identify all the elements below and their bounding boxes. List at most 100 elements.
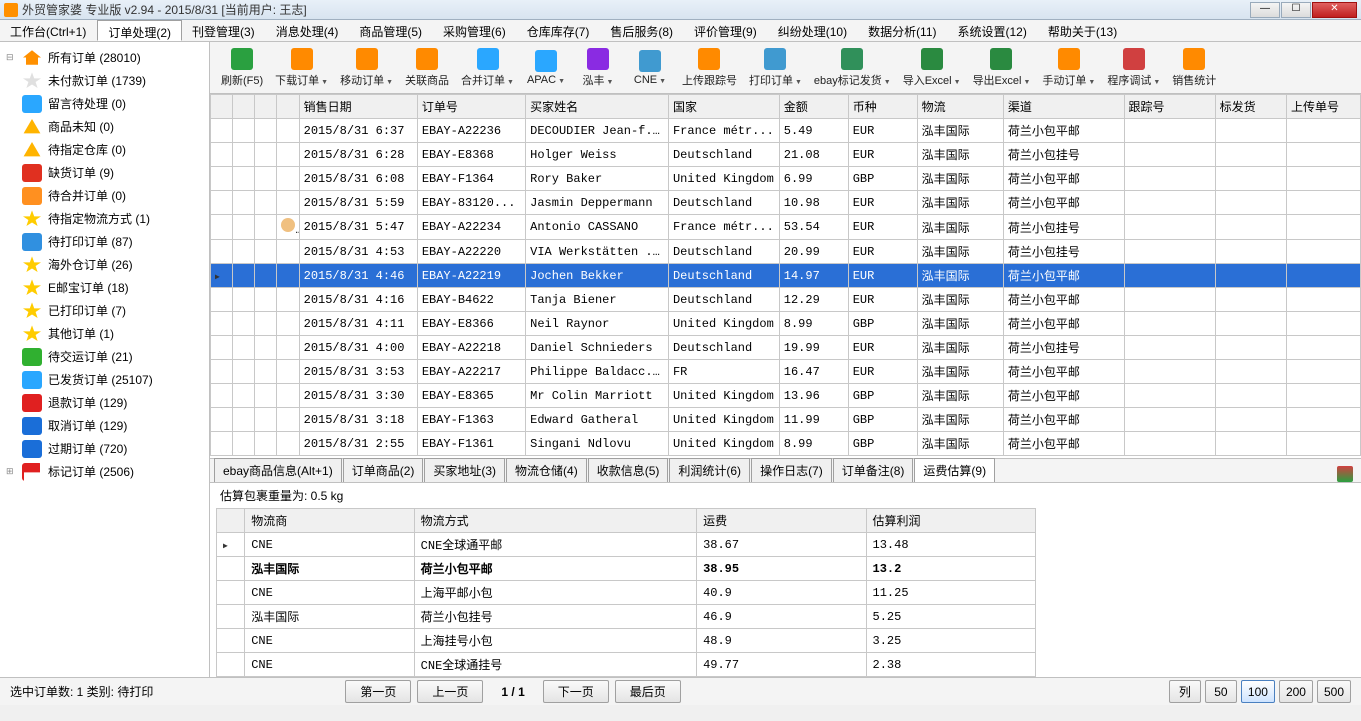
column-header[interactable]: 标发货: [1215, 95, 1286, 119]
table-row[interactable]: 2015/8/31 3:53EBAY-A22217Philippe Baldac…: [211, 360, 1361, 384]
sidebar-item[interactable]: 其他订单 (1): [0, 322, 209, 345]
column-header[interactable]: 估算利润: [866, 509, 1035, 533]
column-header[interactable]: 物流: [917, 95, 1003, 119]
detail-tab[interactable]: 利润统计(6): [669, 458, 750, 482]
menu-tab[interactable]: 订单处理(2): [97, 20, 182, 41]
sidebar-item[interactable]: 缺货订单 (9): [0, 161, 209, 184]
close-button[interactable]: ✕: [1312, 2, 1357, 18]
sidebar-item[interactable]: 待交运订单 (21): [0, 345, 209, 368]
order-grid-wrap[interactable]: 销售日期订单号买家姓名国家金额币种物流渠道跟踪号标发货上传单号 2015/8/3…: [210, 94, 1361, 458]
table-row[interactable]: CNE上海平邮小包40.911.25: [217, 581, 1036, 605]
sidebar-item[interactable]: 待指定仓库 (0): [0, 138, 209, 161]
column-header[interactable]: 物流方式: [414, 509, 696, 533]
shipping-grid[interactable]: 物流商物流方式运费估算利润 CNECNE全球通平邮38.6713.48泓丰国际荷…: [216, 508, 1036, 677]
menu-tab[interactable]: 帮助关于(13): [1038, 20, 1128, 41]
column-header[interactable]: 币种: [848, 95, 917, 119]
toolbar-button[interactable]: APAC▼: [521, 48, 571, 88]
sidebar-item[interactable]: E邮宝订单 (18): [0, 276, 209, 299]
page-size-button[interactable]: 50: [1205, 680, 1237, 703]
toolbar-button[interactable]: CNE▼: [625, 48, 675, 88]
column-header[interactable]: 上传单号: [1287, 95, 1361, 119]
toolbar-button[interactable]: 打印订单▼: [744, 46, 807, 90]
column-header[interactable]: 金额: [779, 95, 848, 119]
minimize-button[interactable]: —: [1250, 2, 1280, 18]
sidebar-item[interactable]: 取消订单 (129): [0, 414, 209, 437]
table-row[interactable]: 2015/8/31 4:11EBAY-E8366Neil RaynorUnite…: [211, 312, 1361, 336]
menu-tab[interactable]: 评价管理(9): [684, 20, 768, 41]
column-header[interactable]: [211, 95, 233, 119]
order-grid[interactable]: 销售日期订单号买家姓名国家金额币种物流渠道跟踪号标发货上传单号 2015/8/3…: [210, 94, 1361, 456]
menu-tab[interactable]: 消息处理(4): [266, 20, 350, 41]
table-row[interactable]: 2015/8/31 5:47EBAY-A22234Antonio CASSANO…: [211, 215, 1361, 240]
toolbar-button[interactable]: 移动订单▼: [335, 46, 398, 90]
table-row[interactable]: CNECNE全球通平邮38.6713.48: [217, 533, 1036, 557]
toolbar-button[interactable]: 导入Excel▼: [898, 46, 966, 90]
column-header[interactable]: [233, 95, 255, 119]
menu-tab[interactable]: 刊登管理(3): [182, 20, 266, 41]
sidebar-item[interactable]: 商品未知 (0): [0, 115, 209, 138]
maximize-button[interactable]: ☐: [1281, 2, 1311, 18]
detail-tab[interactable]: 订单备注(8): [833, 458, 914, 482]
page-size-button[interactable]: 200: [1279, 680, 1313, 703]
table-row[interactable]: 泓丰国际荷兰小包挂号46.95.25: [217, 605, 1036, 629]
sidebar-item[interactable]: 待合并订单 (0): [0, 184, 209, 207]
column-header[interactable]: [277, 95, 299, 119]
sidebar-item[interactable]: 海外仓订单 (26): [0, 253, 209, 276]
toolbar-button[interactable]: 下载订单▼: [270, 46, 333, 90]
page-last-button[interactable]: 最后页: [615, 680, 681, 703]
table-row[interactable]: 2015/8/31 5:59EBAY-83120...Jasmin Depper…: [211, 191, 1361, 215]
detail-tab[interactable]: 买家地址(3): [424, 458, 505, 482]
col-label[interactable]: 列: [1169, 680, 1201, 703]
column-header[interactable]: 物流商: [245, 509, 414, 533]
table-row[interactable]: 2015/8/31 4:00EBAY-A22218Daniel Schniede…: [211, 336, 1361, 360]
table-row[interactable]: 泓丰国际荷兰小包平邮38.9513.2: [217, 557, 1036, 581]
toolbar-button[interactable]: 导出Excel▼: [968, 46, 1036, 90]
page-size-button[interactable]: 500: [1317, 680, 1351, 703]
table-row[interactable]: 2015/8/31 2:55EBAY-F1361Singani NdlovuUn…: [211, 432, 1361, 456]
column-header[interactable]: 订单号: [417, 95, 525, 119]
menu-tab[interactable]: 系统设置(12): [948, 20, 1038, 41]
sidebar-item[interactable]: 已发货订单 (25107): [0, 368, 209, 391]
toolbar-button[interactable]: 销售统计: [1167, 46, 1221, 90]
column-header[interactable]: 跟踪号: [1124, 95, 1215, 119]
column-header[interactable]: 国家: [668, 95, 779, 119]
sidebar-item[interactable]: 过期订单 (720): [0, 437, 209, 460]
sidebar-item[interactable]: 待打印订单 (87): [0, 230, 209, 253]
book-icon[interactable]: [1337, 466, 1353, 482]
detail-tab[interactable]: 运费估算(9): [914, 458, 995, 482]
table-row[interactable]: 2015/8/31 6:37EBAY-A22236DECOUDIER Jean-…: [211, 119, 1361, 143]
toolbar-button[interactable]: 程序调试▼: [1102, 46, 1165, 90]
table-row[interactable]: 2015/8/31 4:53EBAY-A22220VIA Werkstätten…: [211, 240, 1361, 264]
menu-tab[interactable]: 数据分析(11): [858, 20, 947, 41]
column-header[interactable]: 渠道: [1003, 95, 1124, 119]
detail-tab[interactable]: 操作日志(7): [751, 458, 832, 482]
menu-tab[interactable]: 售后服务(8): [600, 20, 684, 41]
table-row[interactable]: CNECNE全球通挂号49.772.38: [217, 653, 1036, 677]
sidebar-item[interactable]: 退款订单 (129): [0, 391, 209, 414]
menu-tab[interactable]: 工作台(Ctrl+1): [0, 20, 97, 41]
menu-tab[interactable]: 商品管理(5): [349, 20, 433, 41]
menu-tab[interactable]: 采购管理(6): [433, 20, 517, 41]
column-header[interactable]: 销售日期: [299, 95, 417, 119]
detail-tab[interactable]: 订单商品(2): [343, 458, 424, 482]
toolbar-button[interactable]: ebay标记发货▼: [809, 46, 896, 90]
table-row[interactable]: 2015/8/31 3:30EBAY-E8365Mr Colin Marriot…: [211, 384, 1361, 408]
menu-tab[interactable]: 纠纷处理(10): [768, 20, 858, 41]
page-first-button[interactable]: 第一页: [345, 680, 411, 703]
sidebar-item[interactable]: 待指定物流方式 (1): [0, 207, 209, 230]
detail-tab[interactable]: 收款信息(5): [588, 458, 669, 482]
column-header[interactable]: [255, 95, 277, 119]
toolbar-button[interactable]: 泓丰▼: [573, 46, 623, 90]
table-row[interactable]: 2015/8/31 3:18EBAY-F1363Edward GatheralU…: [211, 408, 1361, 432]
detail-tab[interactable]: 物流仓储(4): [506, 458, 587, 482]
toolbar-button[interactable]: 关联商品: [400, 46, 454, 90]
column-header[interactable]: 买家姓名: [526, 95, 669, 119]
toolbar-button[interactable]: 合并订单▼: [456, 46, 519, 90]
toolbar-button[interactable]: 手动订单▼: [1037, 46, 1100, 90]
menu-tab[interactable]: 仓库库存(7): [517, 20, 601, 41]
sidebar-item[interactable]: 已打印订单 (7): [0, 299, 209, 322]
sidebar-item[interactable]: 留言待处理 (0): [0, 92, 209, 115]
detail-tab[interactable]: ebay商品信息(Alt+1): [214, 458, 342, 482]
column-header[interactable]: [217, 509, 245, 533]
table-row[interactable]: 2015/8/31 4:46EBAY-A22219Jochen BekkerDe…: [211, 264, 1361, 288]
